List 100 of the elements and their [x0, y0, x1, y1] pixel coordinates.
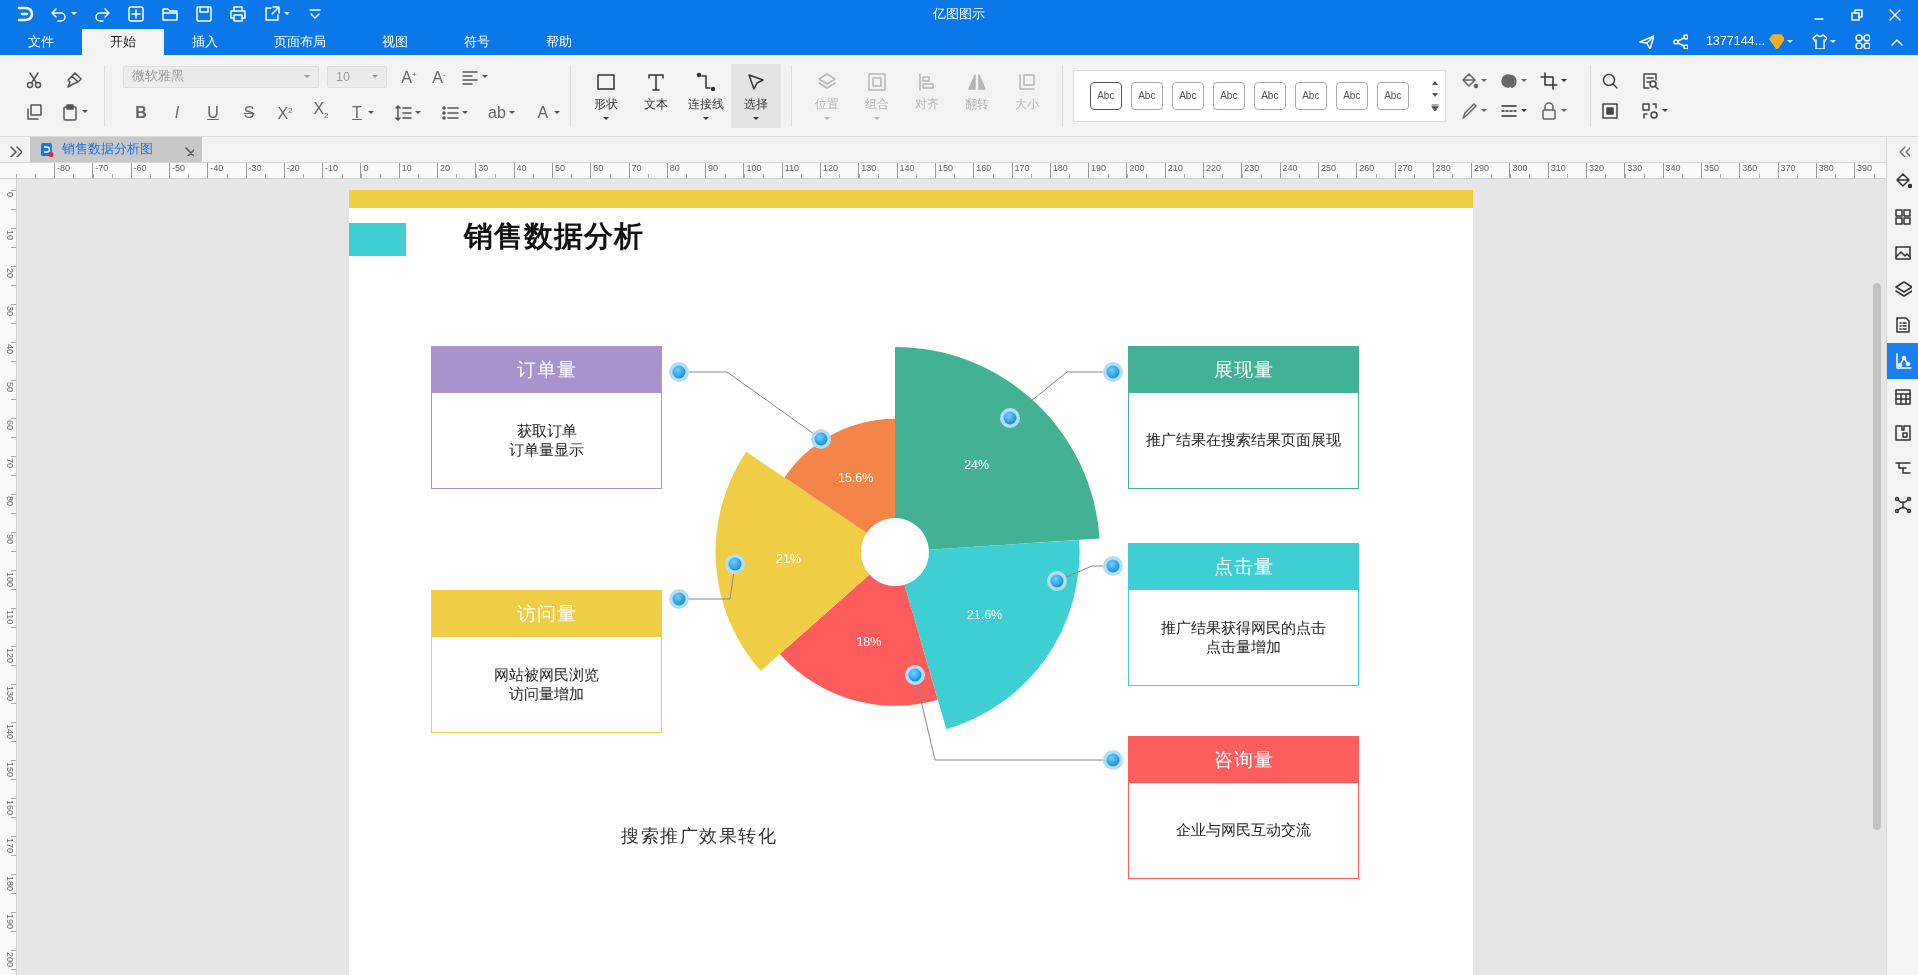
line-spacing-icon[interactable]: [394, 103, 412, 122]
paint-bucket-icon[interactable]: [1459, 71, 1478, 90]
clipboard-icon[interactable]: [60, 102, 79, 121]
caret-icon[interactable]: [1661, 109, 1668, 112]
image-icon[interactable]: [1893, 244, 1912, 262]
caret-icon[interactable]: [602, 116, 609, 120]
style-swatch[interactable]: Abc: [1335, 81, 1368, 110]
caret-icon[interactable]: [1480, 79, 1487, 82]
font-size-button[interactable]: A$^{-}$: [431, 66, 447, 88]
document-list-icon[interactable]: [1893, 316, 1912, 334]
brush-icon[interactable]: [65, 70, 83, 89]
format-button[interactable]: A: [534, 103, 551, 122]
caret-icon[interactable]: [1560, 79, 1567, 82]
scrollbar-thumb[interactable]: [1873, 283, 1881, 830]
format-button[interactable]: U: [205, 103, 221, 122]
menu-tab[interactable]: 帮助: [518, 29, 600, 55]
format-button[interactable]: S: [241, 103, 257, 122]
shirt-icon[interactable]: [1811, 33, 1827, 49]
puzzle-icon[interactable]: [1893, 424, 1912, 442]
style-swatch[interactable]: Abc: [1130, 81, 1163, 110]
crop-icon[interactable]: [1539, 71, 1558, 90]
layers-icon[interactable]: [1893, 280, 1912, 298]
network-icon[interactable]: [1893, 496, 1912, 514]
fit-page-icon[interactable]: [1600, 101, 1619, 120]
caret-icon[interactable]: [752, 116, 759, 120]
callout-text: 订单量显示: [509, 440, 584, 460]
format-button[interactable]: ab: [488, 103, 506, 122]
caret-icon[interactable]: [368, 111, 374, 114]
new-file-icon[interactable]: [127, 4, 145, 23]
caret-icon[interactable]: [482, 75, 488, 79]
style-swatch[interactable]: Abc: [1294, 81, 1327, 110]
print-icon[interactable]: [229, 4, 247, 23]
style-swatch[interactable]: Abc: [1212, 81, 1245, 110]
scroll-up-icon[interactable]: [1430, 79, 1439, 86]
logo-icon[interactable]: [16, 4, 34, 23]
format-button[interactable]: T: [349, 103, 365, 122]
format-button[interactable]: I: [169, 103, 185, 122]
caret-icon[interactable]: [508, 111, 515, 114]
ruler-label: 260: [1356, 163, 1375, 178]
shadow-icon[interactable]: [1499, 71, 1518, 90]
shape-icon[interactable]: [595, 71, 616, 92]
text-icon[interactable]: [645, 71, 666, 92]
share-icon[interactable]: [1671, 33, 1688, 49]
copy-icon[interactable]: [25, 102, 43, 121]
pointer-icon[interactable]: [745, 71, 766, 92]
caret-icon[interactable]: [1560, 109, 1567, 112]
callout-text: 获取订单: [516, 421, 577, 441]
tool-button[interactable]: 文本: [630, 63, 681, 128]
font-size-button[interactable]: A$^{+}$: [401, 66, 417, 88]
ruler-label: 120: [820, 163, 839, 178]
ruler-label: -60: [130, 163, 147, 178]
style-swatch[interactable]: Abc: [1171, 81, 1204, 110]
table-icon[interactable]: [1893, 388, 1912, 406]
caret-icon[interactable]: [81, 110, 88, 113]
export-icon[interactable]: [263, 4, 281, 23]
account-name[interactable]: 1377144...: [1705, 34, 1765, 48]
callout-title: 订单量: [431, 346, 662, 393]
tool-button[interactable]: 形状: [580, 63, 631, 128]
expand-icon[interactable]: [1430, 103, 1439, 112]
caret-icon[interactable]: [553, 111, 560, 114]
tool-button[interactable]: 选择: [730, 63, 781, 128]
replace-icon[interactable]: [1640, 101, 1659, 120]
lock-icon[interactable]: [1539, 101, 1558, 120]
menu-tab[interactable]: 插入: [164, 29, 246, 55]
scroll-down-icon[interactable]: [1430, 91, 1439, 98]
caret-icon[interactable]: [462, 111, 468, 114]
menu-tab[interactable]: 开始: [82, 29, 164, 55]
caret-icon[interactable]: [1520, 79, 1527, 82]
chart-icon[interactable]: [1893, 352, 1912, 370]
menu-tab[interactable]: 符号: [436, 29, 518, 55]
menu-tab[interactable]: 视图: [354, 29, 436, 55]
grid-icon[interactable]: [1893, 208, 1912, 226]
ruler-label: 110: [5, 609, 14, 625]
ruler-label: 50: [551, 163, 565, 178]
menu-tab[interactable]: 页面布局: [246, 29, 354, 55]
list-icon[interactable]: [441, 103, 459, 122]
format-button[interactable]: X$^{2}$: [277, 101, 293, 124]
format-button[interactable]: B: [133, 103, 149, 122]
tool-button[interactable]: 连接线: [680, 63, 731, 128]
document-tab[interactable]: 销售数据分析图: [30, 137, 202, 162]
connector-dot: [1000, 408, 1020, 428]
connector-icon[interactable]: [695, 71, 716, 92]
caret-icon[interactable]: [1480, 109, 1487, 112]
style-swatch[interactable]: Abc: [1376, 81, 1409, 110]
scissors-icon[interactable]: [25, 70, 43, 89]
find-icon[interactable]: [1640, 71, 1659, 90]
send-icon[interactable]: [1637, 33, 1654, 49]
save-icon[interactable]: [195, 4, 213, 23]
caret-icon[interactable]: [1520, 109, 1527, 112]
caret-icon[interactable]: [415, 111, 421, 114]
apps-icon[interactable]: [1854, 33, 1870, 49]
paint-bucket-icon[interactable]: [1893, 172, 1912, 190]
caret-icon[interactable]: [702, 116, 709, 120]
style-swatch[interactable]: Abc: [1089, 81, 1122, 110]
pen-icon[interactable]: [1459, 101, 1478, 120]
menu-tab[interactable]: 文件: [0, 29, 82, 55]
ruler-label: 70: [5, 457, 14, 468]
style-swatch[interactable]: Abc: [1253, 81, 1286, 110]
format-button[interactable]: X$_{2}$: [313, 99, 329, 126]
search-icon[interactable]: [1600, 71, 1619, 90]
